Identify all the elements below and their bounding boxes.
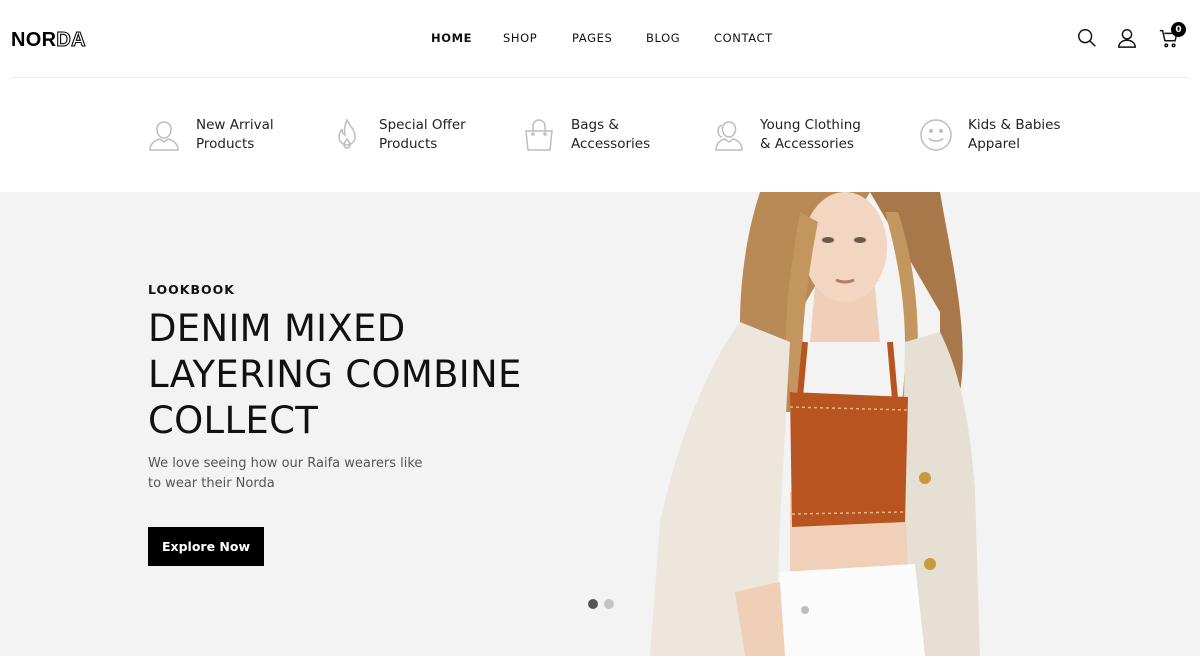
hero-slider: LOOKBOOK DENIM MIXED LAYERING COMBINE CO… [0, 192, 1200, 656]
smile-icon [918, 117, 954, 153]
hero-eyebrow: LOOKBOOK [148, 282, 235, 297]
user-icon [1118, 29, 1136, 48]
category-bags[interactable]: Bags & Accessories [521, 116, 650, 156]
category-label-line2: & Accessories [760, 135, 854, 152]
account-button[interactable] [1115, 26, 1139, 50]
users-icon [710, 117, 746, 153]
flame-icon [329, 117, 365, 153]
category-label-line2: Apparel [968, 135, 1020, 152]
category-label-line1: Kids & Babies [968, 117, 1061, 133]
category-label-line2: Accessories [571, 135, 651, 152]
category-special-offer[interactable]: Special Offer Products [329, 116, 466, 156]
category-label-line1: Young Clothing [760, 117, 861, 133]
user-icon [146, 117, 182, 153]
nav-pages[interactable]: PAGES [572, 31, 612, 45]
category-label-line2: Products [196, 135, 255, 152]
bag-icon [521, 117, 557, 153]
nav-blog[interactable]: BLOG [646, 31, 680, 45]
headline-line: COLLECT [148, 399, 319, 442]
headline-line: LAYERING COMBINE [148, 353, 522, 396]
category-label-line1: Special Offer [379, 117, 466, 133]
slider-pagination [588, 599, 614, 609]
explore-now-button[interactable]: Explore Now [148, 527, 264, 566]
search-button[interactable] [1075, 26, 1099, 50]
nav-contact[interactable]: CONTACT [714, 31, 773, 45]
site-header: NOR DA HOME SHOP PAGES BLOG CONTACT 0 [0, 0, 1200, 78]
main-nav: HOME SHOP PAGES BLOG CONTACT [0, 31, 1200, 47]
cart-count-badge: 0 [1171, 22, 1186, 37]
hero-model-image [650, 192, 980, 656]
category-kids-babies[interactable]: Kids & Babies Apparel [918, 116, 1061, 156]
category-young-clothing[interactable]: Young Clothing & Accessories [710, 116, 861, 156]
hero-description: We love seeing how our Raifa wearers lik… [148, 456, 423, 491]
category-label-line1: Bags & [571, 117, 619, 133]
headline-line: DENIM MIXED [148, 307, 406, 350]
nav-home[interactable]: HOME [431, 31, 472, 45]
slider-dot-2[interactable] [604, 599, 614, 609]
hero-headline: DENIM MIXED LAYERING COMBINE COLLECT [148, 306, 568, 444]
category-label-line2: Products [379, 135, 438, 152]
slider-dot-1[interactable] [588, 599, 598, 609]
page-bottom-strip [0, 656, 1200, 668]
category-strip: New Arrival Products Special Offer Produ… [0, 78, 1200, 192]
nav-shop[interactable]: SHOP [503, 31, 537, 45]
search-icon [1078, 29, 1096, 47]
category-new-arrival[interactable]: New Arrival Products [146, 116, 274, 156]
category-label-line1: New Arrival [196, 117, 274, 133]
